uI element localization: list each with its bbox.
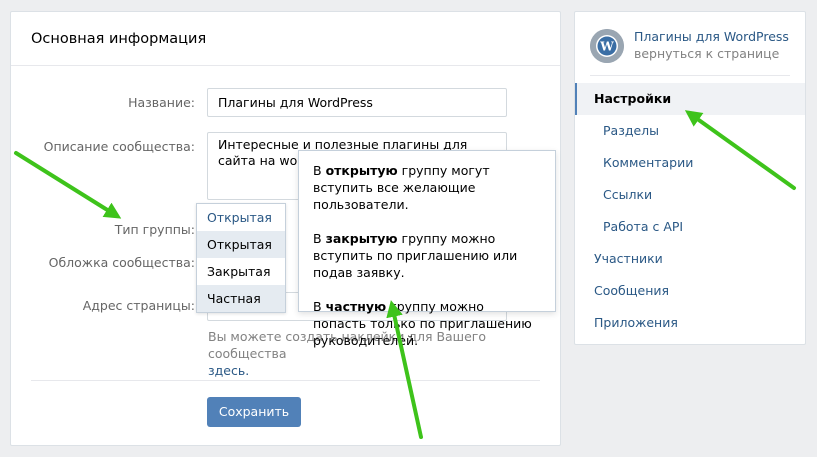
group-type-dropdown[interactable]: Открытая Открытая Закрытая Частная — [196, 203, 286, 313]
group-type-label: Тип группы: — [114, 222, 195, 237]
tooltip-open-text: В открытую группу могут вступить все жел… — [313, 163, 490, 212]
option-private[interactable]: Частная — [197, 285, 285, 312]
sidebar-item-apps[interactable]: Приложения — [575, 307, 805, 339]
tooltip-private-text: В частную группу можно попасть только по… — [313, 299, 532, 348]
svg-text:W: W — [599, 40, 614, 54]
option-open[interactable]: Открытая — [197, 231, 285, 258]
divider — [31, 380, 540, 381]
cover-label: Обложка сообщества: — [48, 255, 195, 270]
description-label: Описание сообщества: — [43, 139, 195, 154]
group-type-tooltip: В открытую группу могут вступить все жел… — [298, 150, 556, 348]
name-input[interactable]: Плагины для WordPress — [207, 88, 507, 117]
card-header: Основная информация — [11, 12, 560, 66]
sidebar-item-messages[interactable]: Сообщения — [575, 275, 805, 307]
sidebar-item-sections[interactable]: Разделы — [575, 115, 805, 147]
sidebar-divider — [590, 75, 790, 76]
sidebar-item-links[interactable]: Ссылки — [575, 179, 805, 211]
community-name-link[interactable]: Плагины для WordPress — [634, 29, 789, 44]
sidebar-item-api[interactable]: Работа с API — [575, 211, 805, 243]
address-label: Адрес страницы: — [82, 298, 195, 313]
back-to-page-link[interactable]: вернуться к странице — [634, 46, 779, 61]
save-button[interactable]: Сохранить — [207, 397, 301, 427]
sidebar-item-settings[interactable]: Настройки — [575, 83, 805, 115]
sidebar-item-members[interactable]: Участники — [575, 243, 805, 275]
name-label: Название: — [128, 95, 195, 110]
group-type-selected[interactable]: Открытая — [197, 204, 285, 231]
page-title: Основная информация — [31, 31, 207, 47]
sidebar-card: W Плагины для WordPress вернуться к стра… — [574, 11, 806, 345]
option-closed[interactable]: Закрытая — [197, 258, 285, 285]
tooltip-closed-text: В закрытую группу можно вступить по приг… — [313, 231, 518, 280]
wordpress-logo-icon[interactable]: W — [590, 29, 624, 63]
hint-link[interactable]: здесь. — [208, 363, 249, 378]
sidebar-item-comments[interactable]: Комментарии — [575, 147, 805, 179]
